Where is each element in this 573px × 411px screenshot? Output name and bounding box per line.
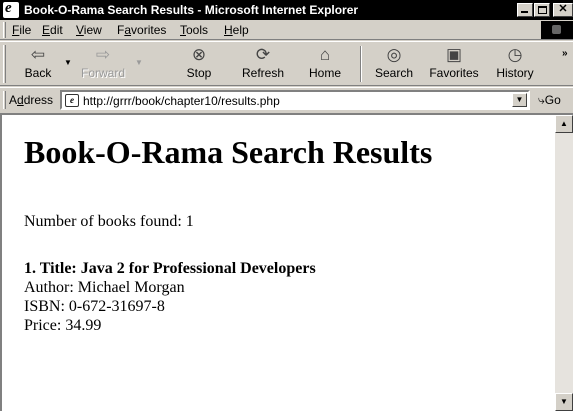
favorites-button[interactable]: ▣ Favorites	[422, 44, 486, 84]
book-list: 1. Title: Java 2 for Professional Develo…	[24, 259, 316, 335]
forward-label: Forward	[80, 66, 125, 80]
address-label-rest: dress	[23, 93, 54, 107]
book-title: 1. Title: Java 2 for Professional Develo…	[24, 260, 316, 277]
stop-button[interactable]: ⊗ Stop	[176, 44, 222, 84]
book-author: Author: Michael Morgan	[24, 279, 185, 296]
menu-file-label: ile	[19, 23, 32, 37]
address-bar: Address e http://grrr/book/chapter10/res…	[0, 87, 573, 111]
search-icon: ◎	[386, 45, 402, 64]
menu-help-label: elp	[232, 23, 249, 37]
history-button[interactable]: ◷ History	[488, 44, 542, 84]
go-button[interactable]: ⤷Go	[538, 93, 561, 108]
menu-view[interactable]: View	[76, 23, 102, 37]
maximize-button[interactable]	[534, 3, 550, 17]
internet-explorer-icon[interactable]: e	[3, 0, 19, 18]
address-label-prefix: A	[9, 93, 18, 107]
address-url[interactable]: http://grrr/book/chapter10/results.php	[83, 94, 280, 108]
search-label: Search	[374, 66, 414, 80]
favorites-label: Favorites	[429, 66, 479, 80]
close-icon: ✕	[558, 3, 568, 15]
address-input[interactable]: e http://grrr/book/chapter10/results.php…	[60, 90, 530, 110]
maximize-icon	[538, 6, 547, 14]
forward-button[interactable]: ⇨ Forward	[74, 44, 132, 84]
menu-file[interactable]: File	[12, 23, 31, 37]
menu-view-hotkey: V	[76, 23, 84, 37]
windows-logo-icon	[541, 21, 573, 39]
minimize-icon	[521, 11, 528, 13]
scroll-up-icon: ▲	[560, 119, 568, 128]
favorites-icon: ▣	[445, 45, 463, 64]
window-title: Book-O-Rama Search Results - Microsoft I…	[24, 3, 359, 17]
menu-tools[interactable]: Tools	[180, 23, 208, 37]
address-label: Address	[9, 93, 53, 107]
forward-dropdown-icon[interactable]: ▼	[135, 58, 143, 67]
history-label: History	[496, 66, 534, 80]
search-button[interactable]: ◎ Search	[368, 44, 420, 84]
content-frame: Book-O-Rama Search Results Number of boo…	[0, 113, 573, 411]
home-icon: ⌂	[319, 45, 331, 64]
go-arrow-icon: ⤷	[538, 93, 545, 107]
standard-toolbar: ⇦ Back ▼ ⇨ Forward ▼ ⊗ Stop ⟳ Refresh ⌂ …	[0, 41, 573, 86]
refresh-button[interactable]: ⟳ Refresh	[230, 44, 296, 84]
close-button[interactable]: ✕	[553, 3, 573, 17]
book-isbn: ISBN: 0-672-31697-8	[24, 298, 165, 315]
scroll-down-button[interactable]: ▼	[555, 393, 573, 411]
menu-edit[interactable]: Edit	[42, 23, 63, 37]
book-price: Price: 34.99	[24, 317, 102, 334]
menu-help-hotkey: H	[224, 23, 233, 37]
page-icon: e	[65, 94, 79, 107]
forward-arrow-icon: ⇨	[95, 45, 111, 64]
refresh-label: Refresh	[241, 66, 285, 80]
home-label: Home	[308, 66, 341, 80]
menu-edit-label: dit	[50, 23, 63, 37]
refresh-icon: ⟳	[255, 45, 271, 64]
toolbar-grip[interactable]	[3, 45, 6, 83]
books-found-line: Number of books found: 1	[24, 213, 194, 231]
vertical-scrollbar[interactable]: ▲ ▼	[555, 115, 573, 411]
menu-view-label: iew	[83, 23, 102, 37]
back-button[interactable]: ⇦ Back	[14, 44, 62, 84]
stop-icon: ⊗	[191, 45, 207, 64]
page-content: Book-O-Rama Search Results Number of boo…	[2, 115, 555, 411]
go-label: Go	[544, 93, 561, 107]
history-icon: ◷	[507, 45, 523, 64]
toolbar-separator	[360, 46, 362, 82]
address-bar-grip[interactable]	[3, 91, 6, 109]
home-button[interactable]: ⌂ Home	[298, 44, 352, 84]
menu-help[interactable]: Help	[224, 23, 249, 37]
browser-window: e Book-O-Rama Search Results - Microsoft…	[0, 0, 573, 411]
stop-label: Stop	[186, 66, 212, 80]
minimize-button[interactable]	[517, 3, 533, 17]
menu-favorites[interactable]: Favorites	[117, 23, 166, 37]
page-heading: Book-O-Rama Search Results	[24, 134, 433, 170]
address-label-hotkey: d	[17, 93, 24, 107]
title-bar[interactable]: e Book-O-Rama Search Results - Microsoft…	[0, 0, 573, 20]
menu-tools-label: ools	[186, 23, 209, 37]
menu-bar-grip[interactable]	[3, 22, 6, 38]
books-found-label: Number of books found:	[24, 213, 182, 230]
books-found-count: 1	[185, 213, 194, 230]
back-label: Back	[24, 66, 52, 80]
menu-bar: File Edit View Favorites Tools Help	[0, 20, 573, 40]
menu-edit-hotkey: E	[42, 23, 51, 37]
back-arrow-icon: ⇦	[30, 45, 46, 64]
address-dropdown-button[interactable]: ▼	[512, 93, 527, 107]
toolbar-overflow-icon[interactable]: »	[562, 48, 568, 59]
back-dropdown-icon[interactable]: ▼	[64, 58, 72, 67]
scroll-up-button[interactable]: ▲	[555, 115, 573, 133]
scroll-down-icon: ▼	[560, 397, 568, 406]
menu-favorites-label: vorites	[131, 23, 167, 37]
